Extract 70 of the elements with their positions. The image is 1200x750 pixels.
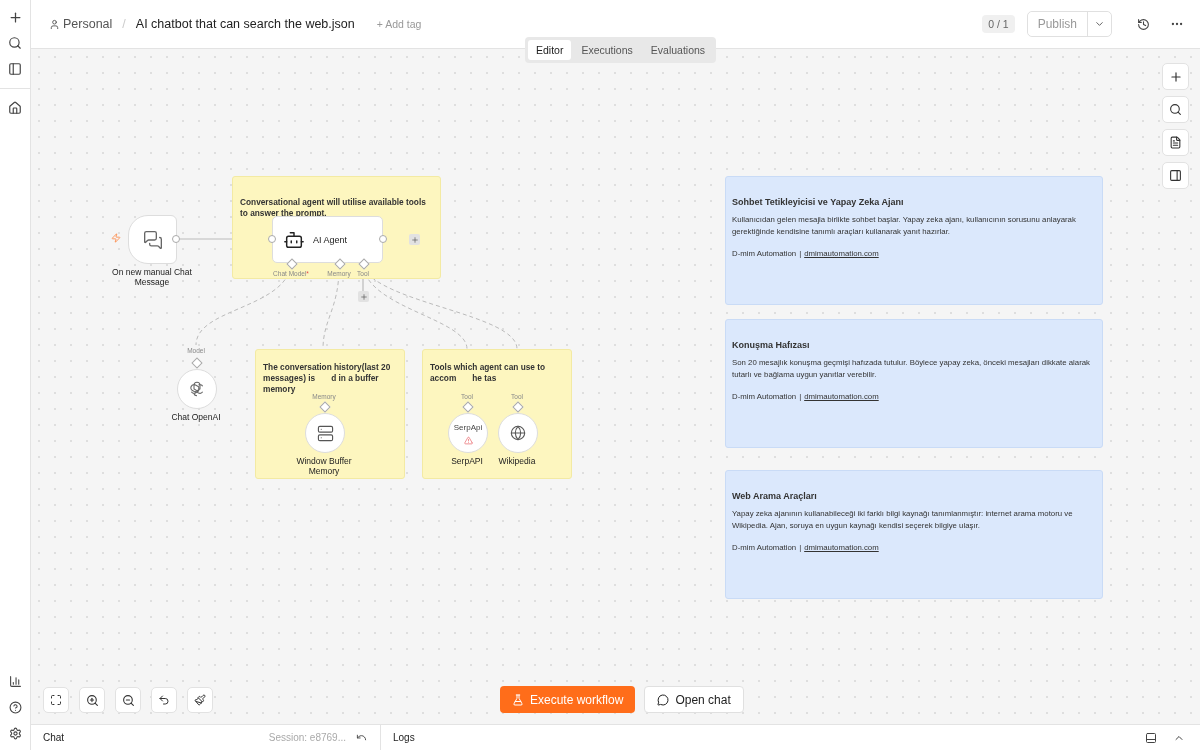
logo-text: SerpApi bbox=[453, 421, 483, 433]
node-label: Wikipedia bbox=[497, 456, 537, 466]
connector-handle[interactable] bbox=[512, 401, 524, 413]
connector-handle[interactable] bbox=[286, 258, 298, 270]
info-note[interactable] bbox=[725, 176, 1103, 305]
tool-node[interactable] bbox=[498, 413, 538, 453]
note-title: Konuşma Hafızası bbox=[732, 339, 811, 351]
node-label: Chat OpenAI bbox=[170, 412, 222, 422]
warning-icon bbox=[463, 435, 473, 445]
input-port[interactable] bbox=[268, 235, 276, 243]
tool-node[interactable] bbox=[305, 413, 345, 453]
note-title: Web Arama Araçları bbox=[732, 490, 818, 502]
view-tab[interactable]: Evaluations bbox=[642, 40, 714, 60]
brush-icon[interactable] bbox=[187, 687, 213, 713]
node-label: On new manual Chat Message bbox=[111, 267, 193, 287]
info-note[interactable] bbox=[725, 319, 1103, 448]
flask-icon bbox=[512, 693, 524, 706]
sticky-note-text: Conversational agent will utilise available tools to answer the prompt. bbox=[240, 197, 427, 219]
zoom-out-icon[interactable] bbox=[115, 687, 141, 713]
lightning-bolt-icon bbox=[111, 233, 121, 243]
sticky-note-text: The conversation history(last 20 bbox=[263, 362, 391, 373]
search-icon[interactable] bbox=[6, 34, 24, 52]
output-port[interactable] bbox=[172, 235, 180, 243]
note-title: Sohbet Tetikleyicisi ve Yapay Zeka Ajanı bbox=[732, 196, 905, 208]
logs-panel-title: Logs bbox=[393, 732, 415, 743]
sticky-note-icon[interactable] bbox=[1162, 129, 1189, 156]
home-icon[interactable] bbox=[6, 99, 24, 117]
sidebar-toggle-icon[interactable] bbox=[6, 60, 24, 78]
sticky-note-text: messages) is bbox=[263, 373, 316, 384]
server-icon bbox=[316, 424, 334, 442]
connector-handle[interactable] bbox=[191, 357, 203, 369]
version-count: 0 / 1 bbox=[982, 15, 1015, 33]
workflow-title[interactable]: AI chatbot that can search the web.json bbox=[135, 17, 355, 31]
tool-node[interactable] bbox=[177, 369, 217, 409]
sticky-note-text: he tas bbox=[472, 373, 497, 384]
search-icon[interactable] bbox=[1162, 96, 1189, 123]
chat-trigger-node[interactable] bbox=[128, 215, 177, 264]
connector-handle[interactable] bbox=[462, 401, 474, 413]
serpapi-node[interactable]: SerpApi bbox=[448, 413, 488, 453]
node-label: AI Agent bbox=[313, 234, 348, 245]
sticky-note-text: memory bbox=[263, 384, 296, 395]
zoom-in-icon[interactable] bbox=[79, 687, 105, 713]
session-id: Session: e8769... bbox=[268, 732, 346, 743]
view-tab[interactable]: Editor bbox=[528, 40, 572, 60]
undo-icon[interactable] bbox=[151, 687, 177, 713]
sticky-note-text: Tools which agent can use to bbox=[430, 362, 546, 373]
node-label: Window Buffer Memory bbox=[295, 456, 353, 476]
add-node-button[interactable] bbox=[409, 234, 420, 245]
fit-view-icon[interactable] bbox=[43, 687, 69, 713]
help-icon[interactable] bbox=[6, 698, 24, 716]
connector-handle[interactable] bbox=[334, 258, 346, 270]
chat-panel-title: Chat bbox=[43, 732, 65, 743]
sticky-note-text: accom bbox=[430, 373, 457, 384]
info-note[interactable] bbox=[725, 470, 1103, 599]
project-breadcrumb[interactable]: Personal bbox=[49, 17, 113, 31]
output-port[interactable] bbox=[379, 235, 387, 243]
globe-icon bbox=[510, 425, 526, 441]
chat-bubbles-icon bbox=[142, 229, 163, 250]
panel-toggle-icon[interactable] bbox=[1162, 162, 1189, 189]
add-tool-button[interactable] bbox=[358, 291, 369, 302]
chat-bubble-icon bbox=[657, 693, 670, 706]
ai-agent-node[interactable]: AI Agent bbox=[272, 216, 383, 263]
breadcrumb-separator: / bbox=[122, 17, 126, 31]
view-tab[interactable]: Executions bbox=[573, 40, 641, 60]
add-node-icon[interactable] bbox=[1162, 63, 1189, 90]
open-chat-button[interactable]: Open chat bbox=[644, 686, 744, 713]
connector-handle[interactable] bbox=[358, 258, 370, 270]
user-icon bbox=[49, 18, 60, 30]
connector-handle[interactable] bbox=[319, 401, 331, 413]
sticky-note-text: d in a buffer bbox=[331, 373, 379, 384]
